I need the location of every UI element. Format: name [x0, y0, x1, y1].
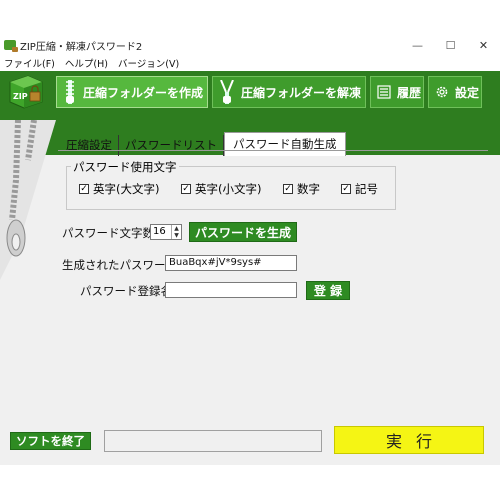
extract-archive-label: 圧縮フォルダーを解凍 [241, 85, 362, 100]
list-icon [377, 85, 391, 99]
spin-down-icon[interactable]: ▼ [172, 232, 181, 239]
create-archive-button[interactable]: 圧縮フォルダーを作成 [56, 76, 208, 108]
exit-app-button[interactable]: ソフトを終了 [10, 432, 91, 450]
charset-groupbox: パスワード使用文字 ✓ 英字(大文字) ✓ 英字(小文字) ✓ 数字 ✓ 記号 [66, 159, 396, 210]
register-name-label: パスワード登録名 [80, 284, 172, 298]
window-title: ZIP圧縮・解凍パスワード2 [20, 41, 143, 53]
minimize-button[interactable]: — [401, 35, 434, 55]
status-box [104, 430, 322, 452]
history-label: 履歴 [397, 85, 422, 100]
length-value: 16 [153, 226, 166, 237]
lowercase-label: 英字(小文字) [195, 182, 262, 196]
menu-version[interactable]: バージョン(V) [118, 56, 179, 70]
register-button[interactable]: 登 録 [306, 281, 350, 300]
settings-label: 設定 [455, 85, 480, 100]
generated-password-label: 生成されたパスワード [62, 258, 177, 272]
digits-checkbox[interactable]: ✓ 数字 [283, 181, 341, 197]
gear-icon [435, 85, 449, 99]
menu-help[interactable]: ヘルプ(H) [65, 56, 108, 70]
length-spinner[interactable]: 16 ▲ ▼ [150, 224, 182, 240]
lowercase-checkbox[interactable]: ✓ 英字(小文字) [181, 181, 283, 197]
menu-file[interactable]: ファイル(F) [4, 56, 55, 70]
register-name-field[interactable] [165, 282, 297, 298]
generated-password-field[interactable]: BuaBqx#jV*9sys# [165, 255, 297, 271]
checkbox-check-icon: ✓ [283, 184, 293, 194]
create-archive-label: 圧縮フォルダーを作成 [83, 85, 204, 100]
open-zipper-icon [219, 80, 235, 104]
extract-archive-button[interactable]: 圧縮フォルダーを解凍 [212, 76, 366, 108]
app-icon [4, 40, 18, 52]
run-button[interactable]: 実行 [334, 426, 484, 454]
checkbox-check-icon: ✓ [79, 184, 89, 194]
generate-password-button[interactable]: パスワードを生成 [189, 222, 297, 242]
uppercase-checkbox[interactable]: ✓ 英字(大文字) [79, 181, 181, 197]
zipper-icon [63, 80, 77, 104]
window-controls: — ☐ ✕ [401, 35, 500, 55]
settings-button[interactable]: 設定 [428, 76, 482, 108]
zip-logo-icon: ZIP [9, 75, 43, 109]
history-button[interactable]: 履歴 [370, 76, 424, 108]
digits-label: 数字 [297, 182, 320, 196]
checkbox-check-icon: ✓ [341, 184, 351, 194]
charset-legend: パスワード使用文字 [71, 159, 179, 175]
symbols-checkbox[interactable]: ✓ 記号 [341, 181, 391, 197]
zipper-decoration-icon [0, 120, 56, 280]
logo-text: ZIP [13, 92, 28, 101]
title-bar: ZIP圧縮・解凍パスワード2 — ☐ ✕ [0, 35, 500, 55]
close-button[interactable]: ✕ [467, 35, 500, 55]
uppercase-label: 英字(大文字) [93, 182, 160, 196]
length-label: パスワード文字数 [62, 226, 154, 240]
spin-up-icon[interactable]: ▲ [172, 225, 181, 232]
checkbox-check-icon: ✓ [181, 184, 191, 194]
symbols-label: 記号 [355, 182, 378, 196]
menu-bar: ファイル(F) ヘルプ(H) バージョン(V) [0, 55, 500, 71]
maximize-button[interactable]: ☐ [434, 35, 467, 55]
